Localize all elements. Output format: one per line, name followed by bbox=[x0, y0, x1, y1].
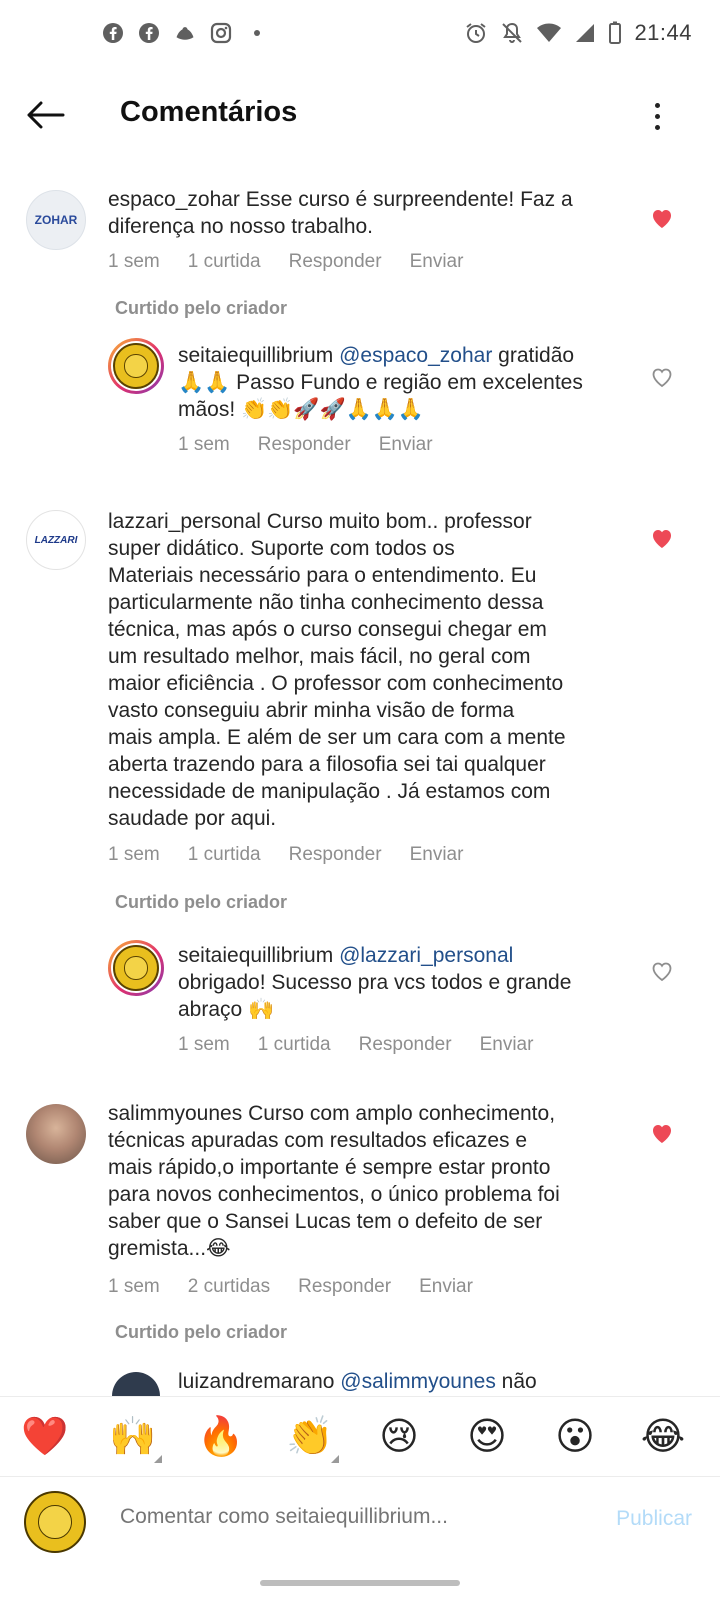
comment-username[interactable]: luizandremarano bbox=[178, 1370, 334, 1393]
emoji-heart-eyes[interactable]: 😍 bbox=[462, 1415, 512, 1459]
emoji-laughing[interactable]: 😂 bbox=[638, 1415, 688, 1459]
emoji-fire[interactable]: 🔥 bbox=[196, 1415, 246, 1459]
skin-tone-indicator-icon bbox=[331, 1455, 339, 1463]
mention-link[interactable]: @salimmyounes bbox=[340, 1370, 496, 1393]
emoji-surprised[interactable]: 😮 bbox=[550, 1415, 600, 1459]
current-user-avatar bbox=[24, 1491, 86, 1553]
emoji-raising-hands[interactable]: 🙌 bbox=[108, 1415, 158, 1459]
avatar[interactable] bbox=[112, 1372, 160, 1396]
skin-tone-indicator-icon bbox=[154, 1455, 162, 1463]
comment-input[interactable] bbox=[120, 1505, 560, 1529]
emoji-clapping-hands[interactable]: 👏 bbox=[285, 1415, 335, 1459]
emoji-crying[interactable]: 😢 bbox=[374, 1415, 424, 1459]
comment-line: não bbox=[501, 1370, 537, 1393]
comment-text: luizandremarano @salimmyounes não bbox=[178, 1368, 638, 1395]
comment-composer: Publicar bbox=[0, 1476, 720, 1568]
emoji-reaction-bar: ❤️ 🙌 🔥 👏 😢 😍 😮 😂 bbox=[0, 1396, 720, 1476]
gesture-nav-bar[interactable] bbox=[260, 1580, 460, 1586]
emoji-heart[interactable]: ❤️ bbox=[20, 1415, 70, 1459]
reply-item: luizandremarano @salimmyounes não bbox=[0, 0, 720, 1396]
publish-button[interactable]: Publicar bbox=[616, 1507, 692, 1531]
